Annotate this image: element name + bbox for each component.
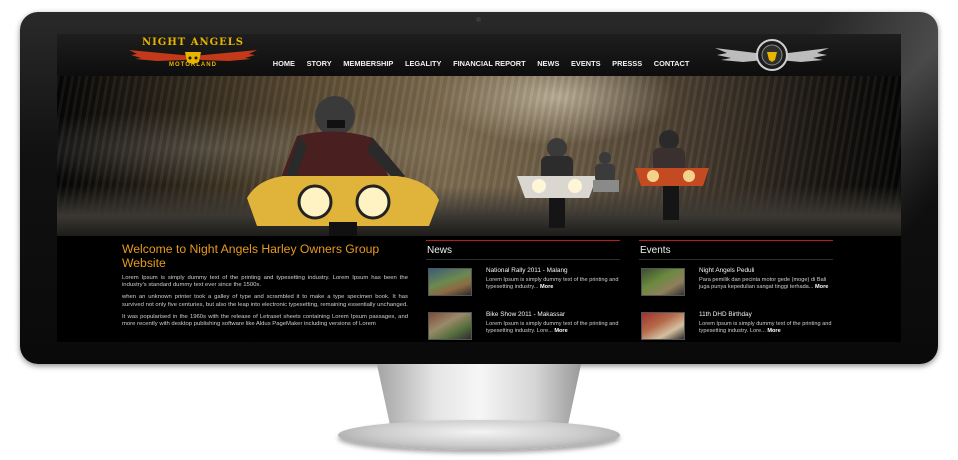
news-item-excerpt: Lorem Ipsum is simply dummy text of the … [486, 321, 620, 335]
nav-news[interactable]: NEWS [531, 59, 565, 68]
event-item-text: Lorem Ipsum is simply dummy text of the … [699, 321, 832, 334]
site-header: NIGHT ANGELS MOTORLAND HOME STORY MEMBER… [57, 34, 901, 76]
news-item: National Rally 2011 - Malang Lorem Ipsum… [426, 265, 620, 301]
motorcycle-riders-illustration [247, 96, 709, 236]
welcome-section: Welcome to Night Angels Harley Owners Gr… [122, 242, 408, 333]
welcome-paragraph: Lorem Ipsum is simply dummy text of the … [122, 275, 408, 289]
news-item-excerpt: Lorem Ipsum is simply dummy text of the … [486, 277, 620, 291]
event-item-title[interactable]: 11th DHD Birthday [699, 311, 833, 318]
welcome-paragraph: when an unknown printer took a galley of… [122, 294, 408, 308]
event-item-excerpt: Lorem Ipsum is simply dummy text of the … [699, 321, 833, 335]
monitor-stand-base [338, 420, 620, 450]
nav-press[interactable]: PRESSS [606, 59, 648, 68]
monitor-frame: NIGHT ANGELS MOTORLAND HOME STORY MEMBER… [20, 12, 938, 364]
content-area: Welcome to Night Angels Harley Owners Gr… [57, 236, 901, 342]
events-column: Events Night Angels Peduli Para pemilik … [639, 240, 833, 342]
main-nav: HOME STORY MEMBERSHIP LEGALITY FINANCIAL… [267, 59, 695, 68]
event-item: 11th DHD Birthday Lorem Ipsum is simply … [639, 309, 833, 342]
welcome-title: Welcome to Night Angels Harley Owners Gr… [122, 242, 380, 270]
monitor-stand-neck [376, 364, 582, 426]
nav-contact[interactable]: CONTACT [648, 59, 695, 68]
welcome-paragraph: It was popularised in the 1960s with the… [122, 313, 408, 328]
winged-eagle-badge-icon [715, 39, 829, 71]
webcam-dot [476, 17, 481, 22]
hero-banner-image [57, 76, 901, 236]
news-item-text: Lorem Ipsum is simply dummy text of the … [486, 321, 619, 334]
event-item-text: Para pemilik dan pecinta motor gede (mog… [699, 277, 827, 290]
nav-story[interactable]: STORY [301, 59, 338, 68]
website-screen: NIGHT ANGELS MOTORLAND HOME STORY MEMBER… [57, 34, 901, 342]
nav-events[interactable]: EVENTS [565, 59, 606, 68]
news-item: Bike Show 2011 - Makassar Lorem Ipsum is… [426, 309, 620, 342]
events-divider [639, 259, 833, 260]
news-divider [426, 259, 620, 260]
logo-subtitle: MOTORLAND [169, 62, 217, 68]
site-logo[interactable]: NIGHT ANGELS MOTORLAND [121, 36, 265, 72]
news-item-title[interactable]: National Rally 2011 - Malang [486, 267, 620, 274]
news-column: News National Rally 2011 - Malang Lorem … [426, 240, 620, 342]
events-heading: Events [639, 240, 833, 259]
more-link[interactable]: More [554, 328, 567, 334]
more-link[interactable]: More [767, 328, 780, 334]
event-item-title[interactable]: Night Angels Peduli [699, 267, 833, 274]
event-item: Night Angels Peduli Para pemilik dan pec… [639, 265, 833, 301]
logo-title: NIGHT ANGELS [141, 37, 245, 48]
nav-membership[interactable]: MEMBERSHIP [337, 59, 399, 68]
more-link[interactable]: More [815, 284, 828, 290]
news-thumbnail[interactable] [428, 268, 472, 296]
event-thumbnail[interactable] [641, 268, 685, 296]
nav-home[interactable]: HOME [267, 59, 301, 68]
news-thumbnail[interactable] [428, 312, 472, 340]
event-item-excerpt: Para pemilik dan pecinta motor gede (mog… [699, 277, 833, 291]
more-link[interactable]: More [540, 284, 553, 290]
nav-financial-report[interactable]: FINANCIAL REPORT [447, 59, 531, 68]
nav-legality[interactable]: LEGALITY [399, 59, 447, 68]
news-item-title[interactable]: Bike Show 2011 - Makassar [486, 311, 620, 318]
news-heading: News [426, 240, 620, 259]
event-thumbnail[interactable] [641, 312, 685, 340]
